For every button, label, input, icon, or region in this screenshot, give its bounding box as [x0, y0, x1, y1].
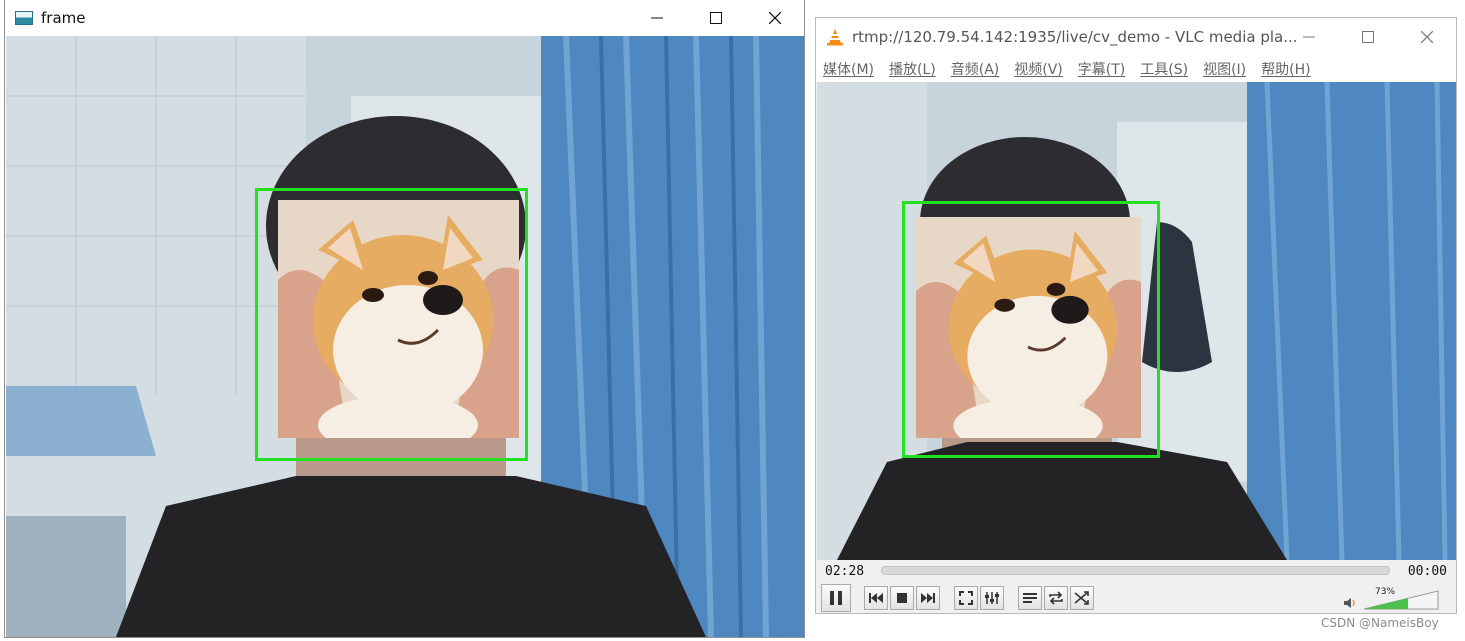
shuffle-button[interactable]	[1070, 586, 1094, 610]
menu-help[interactable]: 帮助(H)	[1261, 59, 1310, 79]
loop-icon	[1049, 591, 1063, 605]
maximize-button[interactable]	[686, 0, 745, 36]
seek-bar[interactable]	[881, 566, 1390, 575]
maximize-icon	[709, 12, 722, 24]
previous-icon	[869, 593, 883, 603]
vlc-cone-icon	[827, 29, 843, 46]
total-time[interactable]: 00:00	[1408, 564, 1447, 579]
dog-mask-image	[916, 217, 1141, 438]
minimize-icon	[1302, 36, 1315, 38]
minimize-button[interactable]	[627, 0, 686, 36]
vlc-window-title: rtmp://120.79.54.142:1935/live/cv_demo -…	[852, 28, 1298, 46]
playlist-button[interactable]	[1018, 586, 1042, 610]
pause-icon	[830, 591, 842, 605]
menu-playback[interactable]: 播放(L)	[889, 59, 936, 79]
loop-button[interactable]	[1044, 586, 1068, 610]
fullscreen-button[interactable]	[954, 586, 978, 610]
vlc-menubar: 媒体(M) 播放(L) 音频(A) 视频(V) 字幕(T) 工具(S) 视图(I…	[816, 56, 1456, 82]
frame-window-title: frame	[41, 9, 86, 27]
elapsed-time: 02:28	[825, 564, 865, 579]
next-icon	[921, 593, 935, 603]
menu-audio[interactable]: 音频(A)	[951, 59, 1000, 79]
playlist-icon	[1023, 593, 1037, 603]
menu-view[interactable]: 视图(I)	[1203, 59, 1246, 79]
vlc-controls: 73%	[816, 583, 1456, 615]
close-icon	[768, 12, 781, 24]
next-button[interactable]	[916, 586, 940, 610]
maximize-button[interactable]	[1338, 18, 1397, 56]
vlc-window: rtmp://120.79.54.142:1935/live/cv_demo -…	[815, 17, 1457, 614]
frame-window-controls	[627, 0, 804, 36]
csdn-watermark: CSDN @NameisBoy	[1321, 616, 1439, 630]
seek-row: 02:28 00:00	[816, 561, 1456, 583]
close-button[interactable]	[745, 0, 804, 36]
vlc-video[interactable]	[817, 82, 1456, 560]
volume-slider[interactable]	[1364, 590, 1439, 610]
dog-mask-image	[278, 200, 519, 438]
menu-video[interactable]: 视频(V)	[1014, 59, 1063, 79]
frame-titlebar[interactable]: frame	[5, 0, 804, 36]
frame-window: frame	[4, 0, 805, 638]
vlc-window-controls	[1279, 18, 1456, 54]
maximize-icon	[1361, 31, 1374, 43]
menu-subtitle[interactable]: 字幕(T)	[1078, 59, 1125, 79]
extended-settings-button[interactable]	[980, 586, 1004, 610]
close-button[interactable]	[1397, 18, 1456, 56]
stop-icon	[897, 593, 907, 603]
frame-video	[6, 36, 804, 637]
menu-tools[interactable]: 工具(S)	[1140, 59, 1188, 79]
fullscreen-icon	[959, 591, 973, 605]
extended-settings-icon	[985, 592, 999, 604]
close-icon	[1420, 31, 1433, 43]
minimize-icon	[650, 17, 663, 19]
previous-button[interactable]	[864, 586, 888, 610]
pause-button[interactable]	[821, 584, 851, 612]
volume-icon[interactable]	[1343, 597, 1357, 609]
minimize-button[interactable]	[1279, 18, 1338, 56]
stop-button[interactable]	[890, 586, 914, 610]
shuffle-icon	[1074, 591, 1089, 605]
vlc-titlebar[interactable]: rtmp://120.79.54.142:1935/live/cv_demo -…	[816, 18, 1456, 56]
app-icon	[15, 11, 33, 25]
menu-media[interactable]: 媒体(M)	[823, 59, 874, 79]
